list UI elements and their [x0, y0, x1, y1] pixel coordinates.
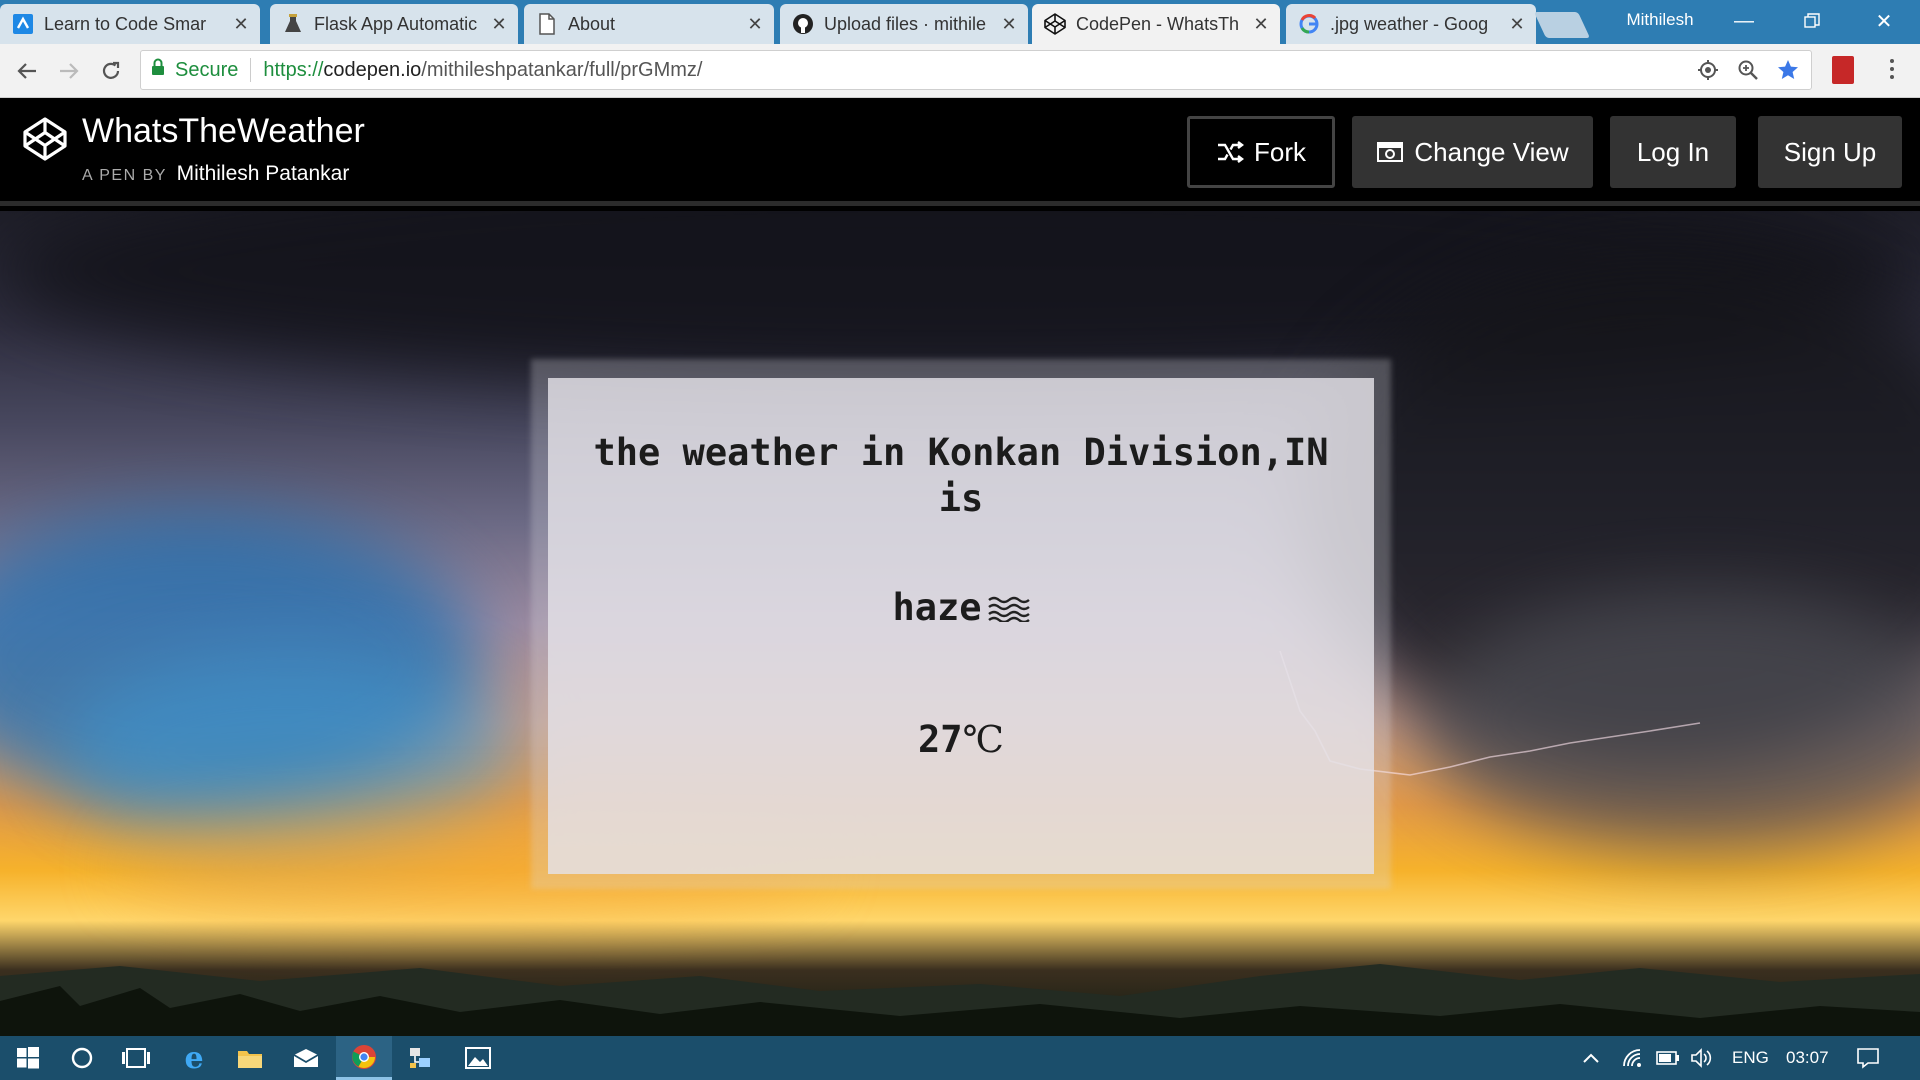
pen-byline: A PEN BY Mithilesh Patankar	[82, 162, 349, 186]
sign-up-label: Sign Up	[1783, 136, 1877, 167]
author-link[interactable]: Mithilesh Patankar	[177, 162, 350, 185]
tab-title: CodePen - WhatsTh	[1076, 13, 1240, 34]
freecodecamp-icon	[12, 13, 34, 35]
show-hidden-icons[interactable]	[1582, 1036, 1600, 1080]
codepen-logo-icon[interactable]	[22, 116, 68, 162]
language-indicator[interactable]: ENG	[1732, 1036, 1769, 1080]
action-center-icon[interactable]	[1856, 1036, 1880, 1080]
log-in-label: Log In	[1636, 136, 1710, 167]
pen-output: the weather in Konkan Division,IN is haz…	[0, 211, 1920, 1036]
fork-button[interactable]: Fork	[1187, 116, 1335, 188]
weather-headline: the weather in Konkan Division,IN is	[593, 431, 1329, 520]
extension-icon[interactable]	[1832, 56, 1854, 84]
url-scheme: https://	[263, 58, 324, 81]
tab-freecodecamp[interactable]: Learn to Code Smar ✕	[0, 4, 260, 44]
tab-github-upload[interactable]: Upload files · mithile ✕	[780, 4, 1028, 44]
haze-icon	[987, 594, 1030, 622]
change-view-icon	[1376, 141, 1404, 163]
close-icon[interactable]: ✕	[1252, 14, 1270, 35]
restore-icon[interactable]	[1784, 0, 1840, 42]
temperature: 27℃	[548, 718, 1374, 761]
mail-icon[interactable]	[278, 1036, 334, 1080]
minimize-icon[interactable]: —	[1716, 0, 1772, 42]
lock-icon	[151, 58, 165, 82]
tab-flask-app[interactable]: Flask App Automatic ✕	[270, 4, 518, 44]
close-icon[interactable]: ✕	[1000, 14, 1018, 35]
new-tab-button[interactable]	[1533, 12, 1591, 38]
fork-label: Fork	[1254, 136, 1306, 167]
windows-taskbar: e ENG 03:07	[0, 1036, 1920, 1080]
tab-title: Upload files · mithile	[824, 13, 987, 34]
tab-title: .jpg weather - Goog	[1330, 13, 1489, 34]
weather-card: the weather in Konkan Division,IN is haz…	[548, 378, 1374, 874]
background-hills	[0, 964, 1920, 1036]
forward-icon[interactable]	[54, 56, 84, 86]
close-icon[interactable]: ✕	[232, 14, 250, 35]
battery-icon[interactable]	[1656, 1036, 1680, 1080]
close-window-icon[interactable]: ✕	[1856, 0, 1912, 42]
temperature-value: 27	[918, 718, 963, 761]
start-icon[interactable]	[0, 1036, 56, 1080]
sign-up-button[interactable]: Sign Up	[1758, 116, 1902, 188]
url-path: /mithileshpatankar/full/prGMmz/	[421, 58, 703, 81]
pen-title: WhatsTheWeather	[82, 112, 365, 150]
clock-time[interactable]: 03:07	[1786, 1036, 1829, 1080]
network-app-icon[interactable]	[392, 1036, 448, 1080]
task-view-icon[interactable]	[108, 1036, 164, 1080]
secure-label: Secure	[175, 58, 239, 81]
temperature-unit: ℃	[962, 718, 1004, 761]
wifi-icon[interactable]	[1622, 1036, 1644, 1080]
tab-title: Learn to Code Smar	[44, 13, 207, 34]
secure-indicator[interactable]: Secure	[141, 58, 238, 82]
weather-condition: haze	[548, 586, 1374, 629]
reload-icon[interactable]	[96, 56, 126, 86]
more-menu-icon[interactable]	[1880, 54, 1904, 84]
codepen-header: WhatsTheWeather A PEN BY Mithilesh Patan…	[0, 98, 1920, 206]
byline-prefix: A PEN BY	[82, 167, 167, 184]
url-text[interactable]: https://codepen.io/mithileshpatankar/ful…	[263, 59, 702, 82]
tab-google-search[interactable]: .jpg weather - Goog ✕	[1286, 4, 1536, 44]
url-host: codepen.io	[323, 58, 422, 81]
file-explorer-icon[interactable]	[222, 1036, 278, 1080]
change-view-label: Change View	[1414, 136, 1569, 167]
close-icon[interactable]: ✕	[490, 14, 508, 35]
cortana-icon[interactable]	[54, 1036, 110, 1080]
tab-title: About	[568, 13, 616, 34]
tab-about[interactable]: About ✕	[524, 4, 774, 44]
fork-icon	[1216, 141, 1244, 163]
zoom-icon[interactable]	[1735, 57, 1761, 83]
log-in-button[interactable]: Log In	[1610, 116, 1736, 188]
flask-icon	[282, 13, 304, 35]
tab-codepen-active[interactable]: CodePen - WhatsTh ✕	[1032, 4, 1280, 44]
volume-icon[interactable]	[1690, 1036, 1714, 1080]
condition-text: haze	[892, 586, 982, 629]
github-icon	[792, 13, 814, 35]
edge-icon[interactable]: e	[166, 1036, 222, 1080]
change-view-button[interactable]: Change View	[1352, 116, 1593, 188]
browser-toolbar: Secure https://codepen.io/mithileshpatan…	[0, 44, 1920, 98]
profile-name[interactable]: Mithilesh	[1590, 6, 1730, 34]
address-bar[interactable]: Secure https://codepen.io/mithileshpatan…	[140, 50, 1812, 90]
page-icon	[536, 13, 558, 35]
chrome-icon[interactable]	[336, 1036, 392, 1080]
back-icon[interactable]	[12, 56, 42, 86]
codepen-icon	[1044, 13, 1066, 35]
bookmark-star-icon[interactable]	[1775, 57, 1801, 83]
divider	[250, 58, 252, 82]
close-icon[interactable]: ✕	[746, 14, 764, 35]
browser-tab-strip: Learn to Code Smar ✕ Flask App Automatic…	[0, 0, 1920, 44]
location-icon[interactable]	[1695, 57, 1721, 83]
close-icon[interactable]: ✕	[1508, 14, 1526, 35]
tab-title: Flask App Automatic	[314, 13, 478, 34]
photos-icon[interactable]	[450, 1036, 506, 1080]
google-icon	[1298, 13, 1320, 35]
